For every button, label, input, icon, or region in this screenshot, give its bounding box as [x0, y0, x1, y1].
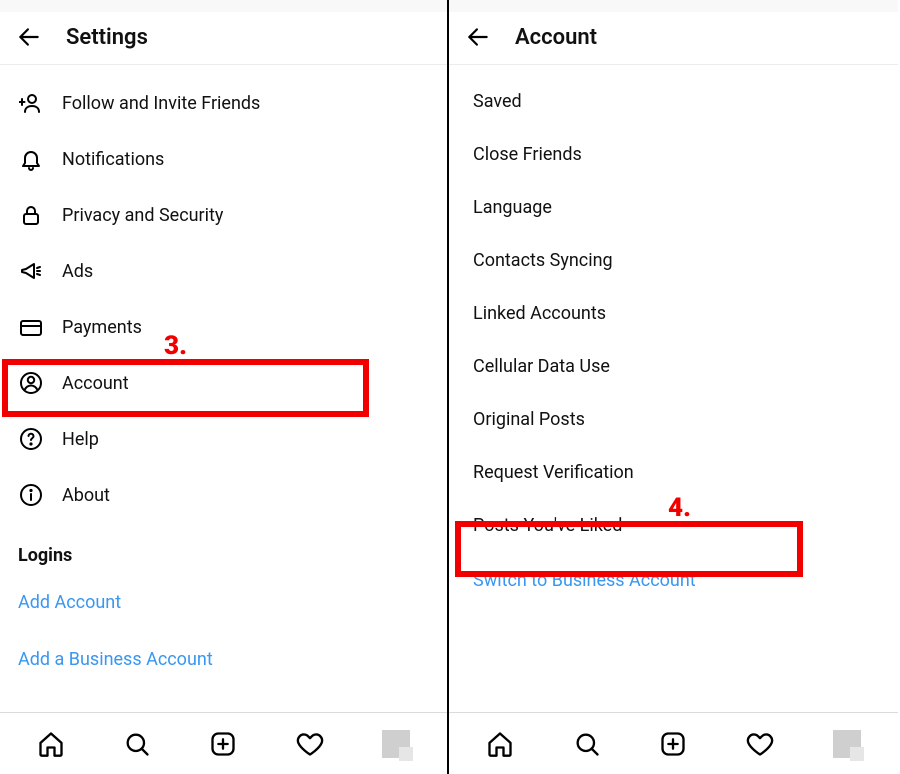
lock-icon — [18, 203, 44, 227]
profile-avatar[interactable] — [382, 730, 410, 758]
settings-list: Follow and Invite Friends Notifications … — [0, 65, 447, 712]
add-post-icon[interactable] — [209, 730, 237, 758]
item-label: Follow and Invite Friends — [62, 93, 260, 114]
item-payments[interactable]: Payments — [0, 299, 447, 355]
item-account[interactable]: Account — [0, 355, 447, 411]
status-bar-spacer — [0, 0, 447, 12]
item-about[interactable]: About — [0, 467, 447, 523]
card-icon — [18, 315, 44, 339]
item-saved[interactable]: Saved — [449, 75, 898, 128]
info-circle-icon — [18, 483, 44, 507]
account-list: Saved Close Friends Language Contacts Sy… — [449, 65, 898, 712]
item-label: Payments — [62, 317, 142, 338]
heart-icon[interactable] — [746, 730, 774, 758]
item-original-posts[interactable]: Original Posts — [449, 393, 898, 446]
search-icon[interactable] — [573, 730, 601, 758]
heart-icon[interactable] — [296, 730, 324, 758]
megaphone-icon — [18, 259, 44, 283]
header: Account — [449, 12, 898, 65]
header: Settings — [0, 12, 447, 65]
bottom-nav — [0, 712, 447, 774]
item-ads[interactable]: Ads — [0, 243, 447, 299]
person-plus-icon — [18, 91, 44, 115]
item-help[interactable]: Help — [0, 411, 447, 467]
settings-pane: Settings Follow and Invite Friends Notif… — [0, 0, 449, 774]
link-add-account[interactable]: Add Account — [0, 574, 447, 631]
link-add-business-account[interactable]: Add a Business Account — [0, 631, 447, 667]
bottom-nav — [449, 712, 898, 774]
user-circle-icon — [18, 371, 44, 395]
item-privacy[interactable]: Privacy and Security — [0, 187, 447, 243]
bell-icon — [18, 147, 44, 171]
item-posts-liked[interactable]: Posts You've Liked — [449, 499, 898, 552]
search-icon[interactable] — [123, 730, 151, 758]
item-notifications[interactable]: Notifications — [0, 131, 447, 187]
logins-heading: Logins — [0, 523, 447, 574]
item-contacts-syncing[interactable]: Contacts Syncing — [449, 234, 898, 287]
home-icon[interactable] — [486, 730, 514, 758]
item-label: Account — [62, 373, 129, 394]
item-label: Privacy and Security — [62, 205, 223, 226]
back-arrow-icon[interactable] — [16, 24, 42, 50]
item-label: Notifications — [62, 149, 164, 170]
item-request-verification[interactable]: Request Verification — [449, 446, 898, 499]
profile-avatar[interactable] — [833, 730, 861, 758]
item-label: About — [62, 485, 110, 506]
item-label: Help — [62, 429, 99, 450]
back-arrow-icon[interactable] — [465, 24, 491, 50]
item-label: Ads — [62, 261, 93, 282]
help-circle-icon — [18, 427, 44, 451]
home-icon[interactable] — [37, 730, 65, 758]
item-cellular-data[interactable]: Cellular Data Use — [449, 340, 898, 393]
account-pane: Account Saved Close Friends Language Con… — [449, 0, 898, 774]
link-switch-business[interactable]: Switch to Business Account — [449, 552, 898, 609]
add-post-icon[interactable] — [659, 730, 687, 758]
item-linked-accounts[interactable]: Linked Accounts — [449, 287, 898, 340]
item-follow-invite[interactable]: Follow and Invite Friends — [0, 75, 447, 131]
item-language[interactable]: Language — [449, 181, 898, 234]
header-title: Account — [515, 25, 597, 50]
header-title: Settings — [66, 25, 148, 50]
item-close-friends[interactable]: Close Friends — [449, 128, 898, 181]
status-bar-spacer — [449, 0, 898, 12]
